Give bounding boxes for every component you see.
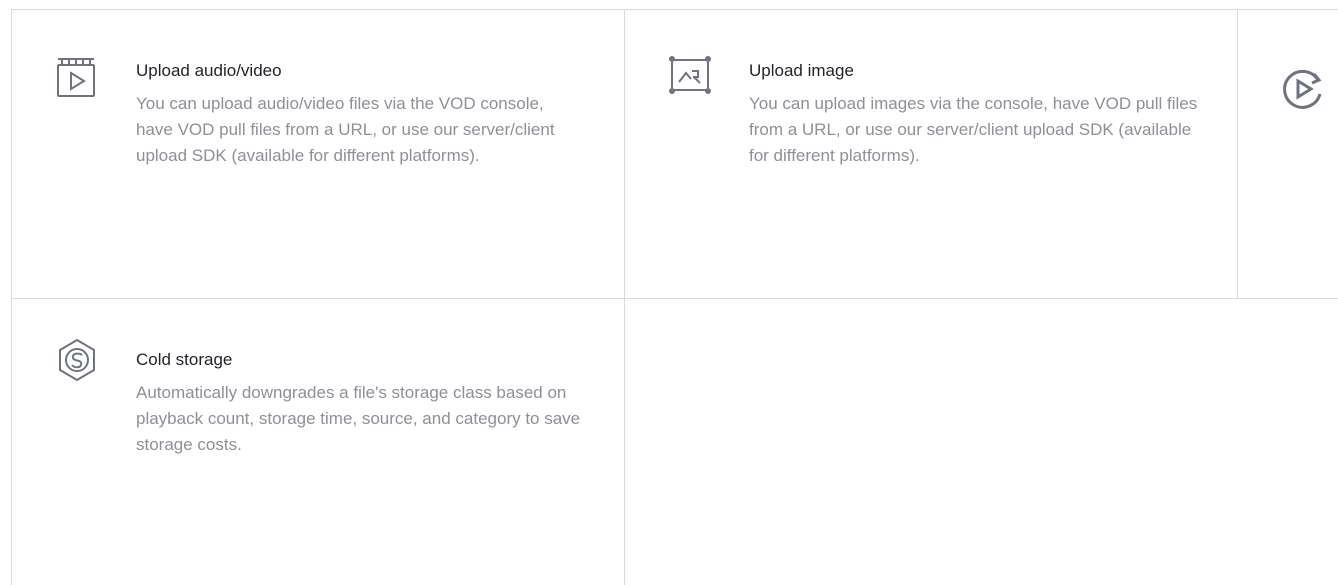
feature-description: Automatically downgrades a file's storag… — [136, 383, 581, 454]
feature-description: You can upload images via the console, h… — [749, 94, 1198, 165]
feature-card-cold-storage: Cold storage Automatically downgrades a … — [11, 299, 624, 585]
feature-card-empty — [624, 299, 1338, 585]
feature-title: Upload audio/video — [136, 61, 282, 80]
feature-card-upload-image: Upload image You can upload images via t… — [624, 10, 1237, 299]
feature-title: Upload image — [749, 61, 854, 80]
feature-card-playback — [1237, 10, 1338, 299]
cold-storage-icon — [54, 337, 100, 383]
video-upload-icon — [54, 54, 100, 100]
feature-title: Cold storage — [136, 350, 233, 369]
image-upload-icon — [667, 52, 713, 98]
playback-cycle-icon — [1280, 66, 1326, 112]
feature-card-upload-audio-video: Upload audio/video You can upload audio/… — [11, 10, 624, 299]
feature-description: You can upload audio/video files via the… — [136, 94, 555, 165]
feature-grid: Upload audio/video You can upload audio/… — [0, 0, 1338, 585]
